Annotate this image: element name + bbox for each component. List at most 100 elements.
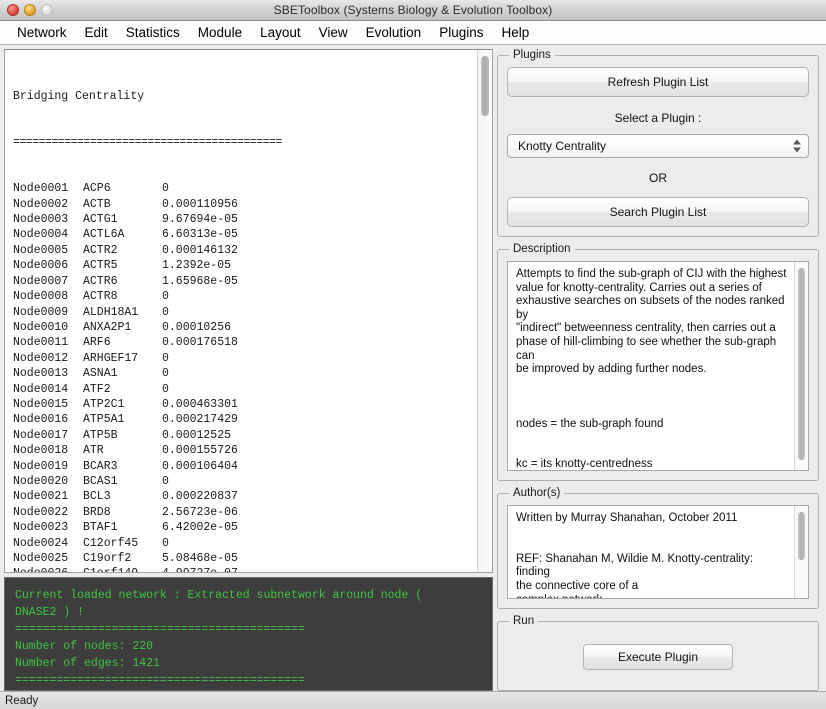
- row-node-id: Node0002: [13, 197, 69, 211]
- table-row[interactable]: Node0023 BTAF1 6.42002e-05: [13, 520, 476, 535]
- row-node-id: Node0009: [13, 305, 69, 319]
- table-row[interactable]: Node0001 ACP6 0: [13, 181, 476, 196]
- table-row[interactable]: Node0026C1orf1494.99727e-07: [13, 566, 476, 572]
- description-textbox[interactable]: Attempts to find the sub-graph of CIJ wi…: [507, 261, 809, 471]
- description-clipped-line: . . . . . . . . . .: [516, 460, 577, 468]
- results-scrollbar-thumb[interactable]: [481, 56, 489, 116]
- row-node-id: Node0026: [13, 566, 83, 572]
- menu-bar: Network Edit Statistics Module Layout Vi…: [0, 21, 826, 45]
- row-centrality-value: 0: [162, 382, 169, 396]
- table-row[interactable]: Node0011 ARF6 0.000176518: [13, 335, 476, 350]
- refresh-plugin-list-button[interactable]: Refresh Plugin List: [507, 67, 809, 97]
- row-centrality-value: 6.60313e-05: [162, 228, 238, 242]
- results-rows: Node0001 ACP6 0 Node0002 ACTB 0.000110956 Node…: [13, 181, 476, 572]
- table-row[interactable]: Node0012 ARHGEF17 0: [13, 351, 476, 366]
- table-row[interactable]: Node0010 ANXA2P1 0.00010256: [13, 320, 476, 335]
- row-gene-symbol: ACTR2: [83, 243, 118, 257]
- row-gene-symbol: C12orf45: [83, 536, 139, 550]
- row-centrality-value: 1.65968e-05: [162, 274, 238, 288]
- execute-plugin-button[interactable]: Execute Plugin: [583, 644, 733, 670]
- table-row[interactable]: Node0005 ACTR2 0.000146132: [13, 243, 476, 258]
- row-centrality-value: 0.000176518: [162, 336, 238, 350]
- row-node-id: Node0007: [13, 274, 69, 288]
- plugin-select-dropdown[interactable]: Knotty Centrality: [507, 134, 809, 158]
- minimize-button[interactable]: [24, 4, 36, 16]
- menu-item-layout[interactable]: Layout: [251, 23, 310, 42]
- description-text: Attempts to find the sub-graph of CIJ wi…: [516, 268, 787, 470]
- row-centrality-value: 5.08468e-05: [162, 552, 238, 565]
- table-row[interactable]: Node0015 ATP2C1 0.000463301: [13, 397, 476, 412]
- table-row[interactable]: Node0009 ALDH18A1 0: [13, 305, 476, 320]
- run-group: Run Execute Plugin: [497, 615, 819, 691]
- row-centrality-value: 0.000463301: [162, 397, 238, 411]
- row-centrality-value: 4.99727e-07: [162, 567, 238, 572]
- select-plugin-label: Select a Plugin :: [614, 111, 702, 125]
- row-centrality-value: 0.00010256: [162, 320, 232, 334]
- row-centrality-value: 0: [162, 290, 169, 304]
- row-centrality-value: 1.2392e-05: [162, 259, 232, 273]
- row-gene-symbol: ACP6: [83, 182, 111, 196]
- row-gene-symbol: ACTB: [83, 197, 111, 211]
- table-row[interactable]: Node0016 ATP5A1 0.000217429: [13, 412, 476, 427]
- chevron-updown-icon: [793, 139, 801, 153]
- row-node-id: Node0003: [13, 213, 69, 227]
- row-node-id: Node0008: [13, 290, 69, 304]
- table-row[interactable]: Node0021 BCL3 0.000220837: [13, 489, 476, 504]
- row-node-id: Node0020: [13, 474, 69, 488]
- row-node-id: Node0006: [13, 259, 69, 273]
- description-scrollbar-thumb[interactable]: [798, 268, 805, 460]
- menu-item-statistics[interactable]: Statistics: [117, 23, 189, 42]
- results-scrollbar[interactable]: [477, 50, 492, 572]
- application-window: SBEToolbox (Systems Biology & Evolution …: [0, 0, 826, 709]
- menu-item-view[interactable]: View: [310, 23, 357, 42]
- row-centrality-value: 0: [162, 182, 169, 196]
- menu-item-edit[interactable]: Edit: [76, 23, 117, 42]
- table-row[interactable]: Node0008 ACTR8 0: [13, 289, 476, 304]
- table-row[interactable]: Node0022 BRD8 2.56723e-06: [13, 505, 476, 520]
- table-row[interactable]: Node0003 ACTG1 9.67694e-05: [13, 212, 476, 227]
- row-node-id: Node0019: [13, 459, 69, 473]
- table-row[interactable]: Node0014 ATF2 0: [13, 382, 476, 397]
- zoom-button[interactable]: [41, 4, 53, 16]
- authors-scrollbar-thumb[interactable]: [798, 512, 805, 560]
- menu-item-module[interactable]: Module: [189, 23, 251, 42]
- table-row[interactable]: Node0025 C19orf2 5.08468e-05: [13, 551, 476, 566]
- table-row[interactable]: Node0024 C12orf45 0: [13, 536, 476, 551]
- table-row[interactable]: Node0006 ACTR5 1.2392e-05: [13, 258, 476, 273]
- description-scrollbar[interactable]: [794, 262, 808, 470]
- table-row[interactable]: Node0018 ATR 0.000155726: [13, 443, 476, 458]
- row-node-id: Node0010: [13, 320, 69, 334]
- row-centrality-value: 6.42002e-05: [162, 521, 238, 535]
- table-row[interactable]: Node0007 ACTR6 1.65968e-05: [13, 274, 476, 289]
- results-text: Bridging Centrality ====================…: [5, 50, 476, 572]
- menu-item-network[interactable]: Network: [8, 23, 76, 42]
- menu-item-help[interactable]: Help: [492, 23, 538, 42]
- right-column: Plugins Refresh Plugin List Select a Plu…: [497, 49, 822, 691]
- row-node-id: Node0015: [13, 397, 69, 411]
- row-gene-symbol: ATF2: [83, 382, 111, 396]
- search-plugin-list-button[interactable]: Search Plugin List: [507, 197, 809, 227]
- close-button[interactable]: [7, 4, 19, 16]
- table-row[interactable]: Node0017 ATP5B 0.00012525: [13, 428, 476, 443]
- row-gene-symbol: BTAF1: [83, 521, 118, 535]
- authors-scrollbar[interactable]: [794, 506, 808, 598]
- table-row[interactable]: Node0013 ASNA1 0: [13, 366, 476, 381]
- row-centrality-value: 0.000217429: [162, 413, 238, 427]
- or-label: OR: [649, 171, 667, 185]
- row-node-id: Node0022: [13, 505, 69, 519]
- table-row[interactable]: Node0004 ACTL6A 6.60313e-05: [13, 227, 476, 242]
- menu-item-evolution[interactable]: Evolution: [357, 23, 431, 42]
- status-bar: Ready: [0, 691, 826, 709]
- window-controls: [7, 4, 53, 16]
- menu-item-plugins[interactable]: Plugins: [430, 23, 492, 42]
- row-node-id: Node0016: [13, 413, 69, 427]
- table-row[interactable]: Node0019 BCAR3 0.000106404: [13, 459, 476, 474]
- row-centrality-value: 9.67694e-05: [162, 213, 238, 227]
- table-row[interactable]: Node0002 ACTB 0.000110956: [13, 197, 476, 212]
- results-title: Bridging Centrality: [13, 89, 145, 103]
- authors-textbox[interactable]: Written by Murray Shanahan, October 2011…: [507, 505, 809, 599]
- results-divider: ========================================…: [13, 136, 282, 150]
- table-row[interactable]: Node0020 BCAS1 0: [13, 474, 476, 489]
- row-centrality-value: 0.000220837: [162, 490, 238, 504]
- description-group-legend: Description: [513, 243, 571, 255]
